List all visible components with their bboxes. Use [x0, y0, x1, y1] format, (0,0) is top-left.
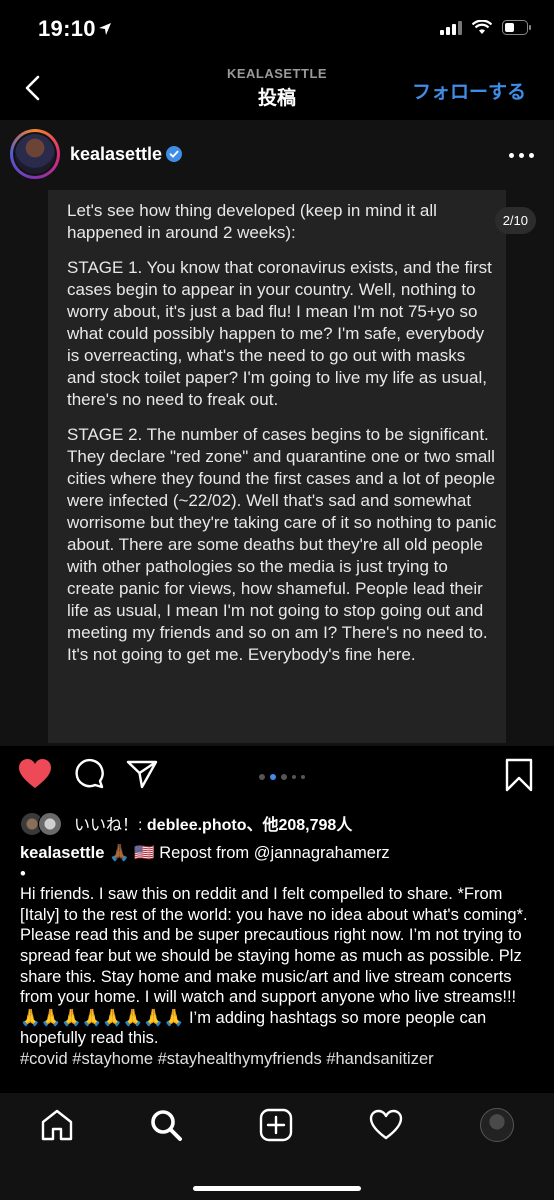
carousel-dot-active	[270, 774, 276, 780]
likes-row[interactable]: いいね！: deblee.photo、他208,798人	[20, 810, 352, 836]
status-time: 19:10	[38, 16, 96, 41]
caption-emoji: 🙏🏾 🇺🇸	[104, 844, 160, 862]
likes-others[interactable]: 他208,798人	[262, 817, 352, 834]
caption: kealasettle 🙏🏾 🇺🇸 Repost from @jannagrah…	[20, 843, 540, 1070]
follow-button[interactable]: フォローする	[412, 77, 526, 104]
search-icon[interactable]	[149, 1108, 183, 1142]
liker-avatar	[38, 812, 62, 836]
avatar[interactable]	[13, 132, 57, 176]
verified-badge-icon	[166, 146, 182, 162]
likes-text: いいね！: deblee.photo、他208,798人	[74, 811, 352, 835]
like-heart-icon[interactable]	[18, 758, 52, 790]
status-bar: 19:10	[0, 0, 554, 60]
signal-icon	[440, 20, 462, 35]
more-options-icon[interactable]	[509, 153, 534, 158]
caption-body: Hi friends. I saw this on reddit and I f…	[20, 885, 528, 1048]
home-icon[interactable]	[40, 1108, 74, 1142]
post-media[interactable]: Let's see how thing developed (keep in m…	[0, 190, 554, 746]
location-arrow-icon	[99, 23, 111, 35]
story-ring[interactable]	[10, 129, 60, 179]
carousel-dot	[301, 775, 305, 779]
text-image: Let's see how thing developed (keep in m…	[48, 190, 506, 743]
likes-separator: 、	[246, 817, 263, 834]
profile-avatar-icon[interactable]	[480, 1108, 514, 1142]
carousel-dots	[259, 774, 305, 780]
bookmark-icon[interactable]	[505, 758, 533, 792]
likes-prefix: いいね！:	[74, 817, 147, 834]
liker-avatars	[20, 812, 66, 836]
nav-bar: KEALASETTLE 投稿 フォローする	[0, 60, 554, 120]
likes-user[interactable]: deblee.photo	[147, 817, 247, 834]
caption-bullet: •	[20, 864, 26, 883]
wifi-icon	[472, 20, 492, 34]
post-text: Let's see how thing developed (keep in m…	[67, 200, 497, 679]
post-username[interactable]: kealasettle	[70, 144, 162, 165]
battery-icon	[502, 20, 531, 35]
post-header: kealasettle	[0, 120, 554, 190]
comment-icon[interactable]	[73, 758, 105, 790]
status-icons	[440, 20, 532, 35]
carousel-dot	[281, 774, 287, 780]
tab-bar	[0, 1093, 554, 1200]
activity-heart-icon[interactable]	[369, 1108, 403, 1142]
carousel-dot	[259, 774, 265, 780]
carousel-dot	[292, 775, 296, 779]
caption-repost: Repost from @jannagrahamerz	[159, 844, 390, 862]
paragraph: STAGE 2. The number of cases begins to b…	[67, 425, 497, 664]
caption-hashtags[interactable]: #covid #stayhome #stayhealthymyfriends #…	[20, 1049, 540, 1070]
paragraph: Let's see how thing developed (keep in m…	[67, 201, 437, 242]
carousel-counter: 2/10	[494, 207, 536, 234]
action-bar	[0, 752, 554, 802]
home-indicator	[193, 1186, 361, 1191]
paragraph: STAGE 1. You know that coronavirus exist…	[67, 258, 492, 409]
caption-username[interactable]: kealasettle	[20, 844, 104, 862]
new-post-icon[interactable]	[259, 1108, 293, 1142]
share-icon[interactable]	[126, 758, 158, 790]
